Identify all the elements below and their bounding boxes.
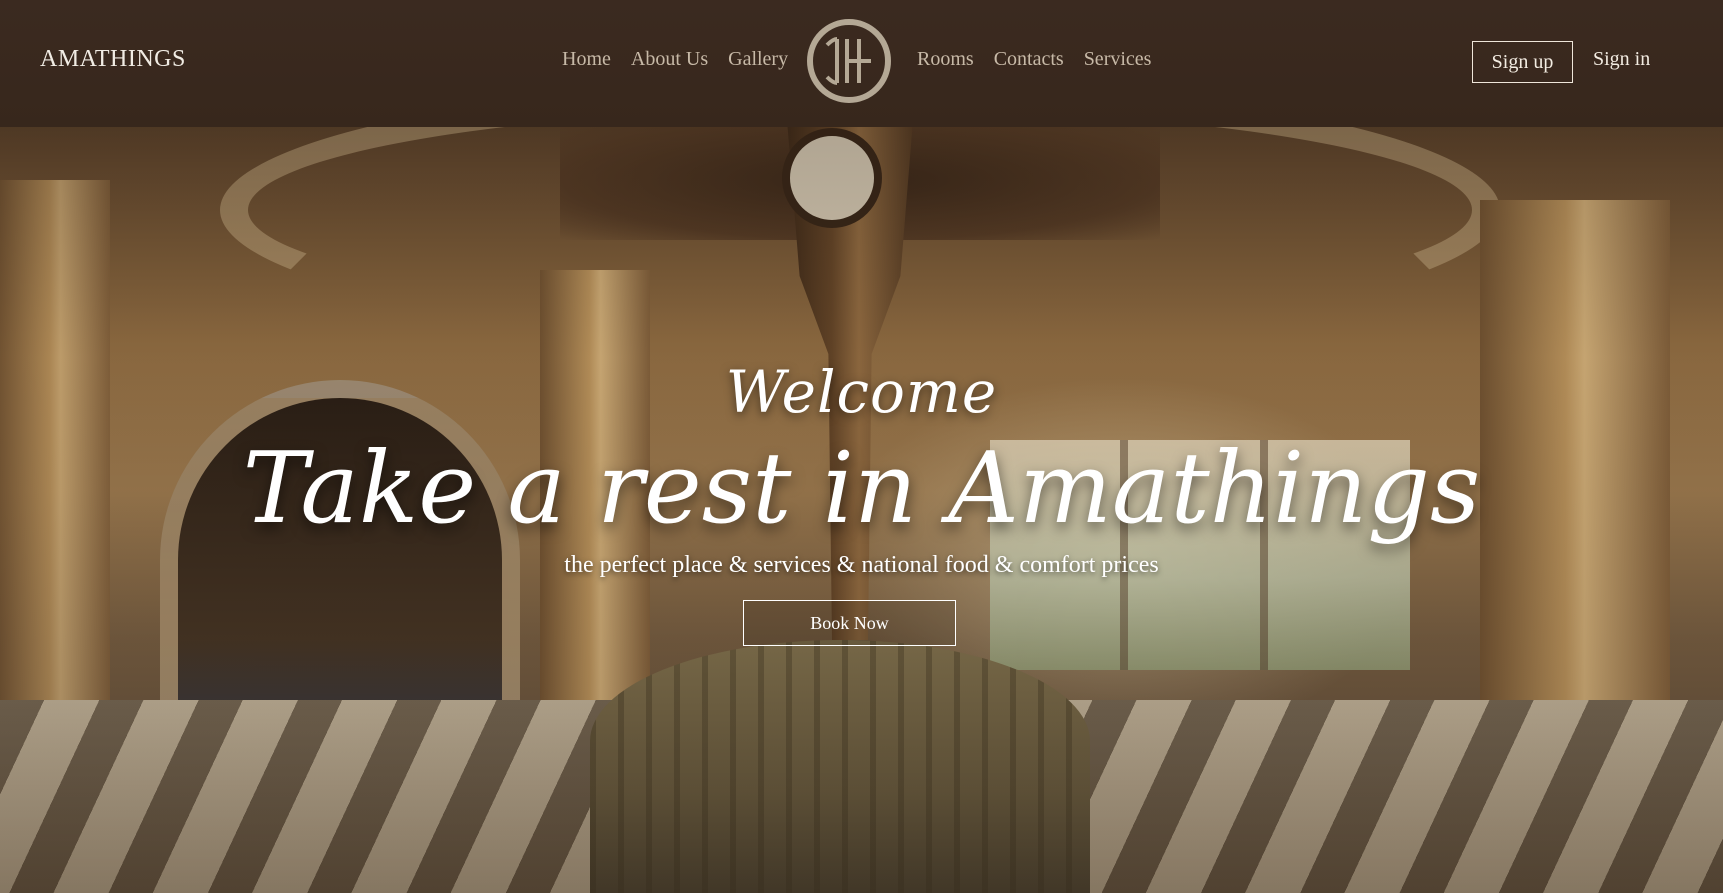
site-header: AMATHINGS Home About Us Gallery Rooms Co…	[0, 0, 1723, 127]
nav-link-home[interactable]: Home	[562, 48, 611, 71]
monogram-glyph	[825, 37, 871, 85]
hero-tagline: the perfect place & services & national …	[564, 552, 1159, 578]
sign-in-button[interactable]: Sign in	[1593, 48, 1650, 71]
sign-up-button[interactable]: Sign up	[1472, 41, 1573, 83]
nav-right: Rooms Contacts Services	[917, 48, 1151, 71]
hero-headline: Take a rest in Amathings	[242, 432, 1481, 546]
nav-link-rooms[interactable]: Rooms	[917, 48, 974, 71]
book-now-button[interactable]: Book Now	[743, 600, 956, 646]
page: AMATHINGS Home About Us Gallery Rooms Co…	[0, 0, 1723, 893]
nav-left: Home About Us Gallery	[562, 48, 788, 71]
monogram-logo-icon[interactable]	[807, 19, 891, 103]
nav-link-gallery[interactable]: Gallery	[728, 48, 788, 71]
nav-link-services[interactable]: Services	[1084, 48, 1152, 71]
welcome-heading: Welcome	[725, 358, 998, 426]
brand-name[interactable]: AMATHINGS	[40, 46, 186, 73]
nav-link-contacts[interactable]: Contacts	[994, 48, 1064, 71]
nav-link-about[interactable]: About Us	[631, 48, 708, 71]
